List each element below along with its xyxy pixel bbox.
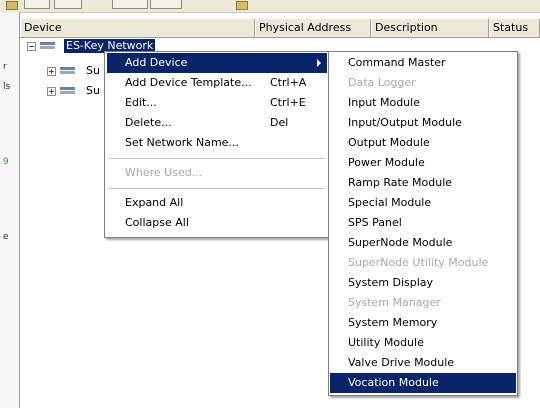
menu-item-set-network-name[interactable]: Set Network Name...	[107, 133, 327, 153]
menu-separator	[109, 188, 325, 189]
submenu-item-input-output-module[interactable]: Input/Output Module	[330, 113, 516, 133]
submenu-item-input-module[interactable]: Input Module	[330, 93, 516, 113]
menu-item-label: Set Network Name...	[125, 136, 239, 149]
left-pane-text: r	[3, 62, 7, 72]
toolbar-button[interactable]	[24, 0, 50, 9]
toolbar-button[interactable]	[112, 0, 148, 9]
add-device-submenu: Command Master Data Logger Input Module …	[328, 51, 518, 396]
submenu-item-label: SPS Panel	[348, 216, 402, 229]
collapse-icon[interactable]: −	[27, 42, 36, 51]
submenu-item-label: Data Logger	[348, 76, 416, 89]
submenu-item-ramp-rate-module[interactable]: Ramp Rate Module	[330, 173, 516, 193]
left-pane-text: e	[3, 232, 9, 242]
menu-item-where-used[interactable]: Where Used...	[107, 163, 327, 183]
tree-node[interactable]: Su	[84, 84, 102, 98]
submenu-item-command-master[interactable]: Command Master	[330, 53, 516, 73]
submenu-item-system-display[interactable]: System Display	[330, 273, 516, 293]
tree-node[interactable]: Su	[84, 64, 102, 78]
menu-item-label: Add Device	[125, 56, 188, 69]
expand-icon[interactable]: +	[47, 67, 56, 76]
device-icon	[60, 67, 75, 75]
submenu-item-output-module[interactable]: Output Module	[330, 133, 516, 153]
submenu-item-label: Special Module	[348, 196, 432, 209]
expand-icon[interactable]: +	[47, 87, 56, 96]
menu-item-label: Delete...	[125, 116, 172, 129]
submenu-item-system-memory[interactable]: System Memory	[330, 313, 516, 333]
submenu-item-supernode-module[interactable]: SuperNode Module	[330, 233, 516, 253]
column-header-device[interactable]: Device	[20, 19, 255, 37]
submenu-item-label: Valve Drive Module	[348, 356, 455, 369]
submenu-item-sps-panel[interactable]: SPS Panel	[330, 213, 516, 233]
menu-item-expand-all[interactable]: Expand All	[107, 193, 327, 213]
submenu-item-label: Utility Module	[348, 336, 424, 349]
tool-icon[interactable]	[236, 1, 248, 10]
menu-item-add-device-template[interactable]: Add Device Template... Ctrl+A	[107, 73, 327, 93]
left-pane-text: ls	[3, 82, 11, 92]
submenu-item-special-module[interactable]: Special Module	[330, 193, 516, 213]
submenu-item-data-logger[interactable]: Data Logger	[330, 73, 516, 93]
menu-item-shortcut: Del	[270, 116, 289, 129]
toolbar-button[interactable]	[150, 0, 182, 9]
menu-item-add-device[interactable]: Add Device	[107, 53, 327, 73]
submenu-item-valve-drive-module[interactable]: Valve Drive Module	[330, 353, 516, 373]
toolbar	[0, 0, 540, 13]
submenu-item-label: SuperNode Utility Module	[348, 256, 489, 269]
column-header-physical-address[interactable]: Physical Address	[255, 19, 371, 37]
menu-separator	[109, 158, 325, 159]
menu-item-label: Expand All	[125, 196, 184, 209]
menu-item-shortcut: Ctrl+E	[270, 96, 306, 109]
submenu-item-label: SuperNode Module	[348, 236, 453, 249]
menu-item-label: Where Used...	[125, 166, 203, 179]
submenu-item-label: System Manager	[348, 296, 441, 309]
submenu-item-vocation-module[interactable]: Vocation Module	[330, 373, 516, 393]
submenu-item-system-manager[interactable]: System Manager	[330, 293, 516, 313]
folder-icon[interactable]	[6, 1, 18, 10]
toolbar-button[interactable]	[54, 0, 82, 9]
submenu-item-label: Output Module	[348, 136, 430, 149]
device-icon	[60, 87, 75, 95]
column-header-description[interactable]: Description	[371, 19, 489, 37]
left-pane-text: 9	[3, 157, 9, 167]
submenu-item-label: Input/Output Module	[348, 116, 462, 129]
menu-item-label: Add Device Template...	[125, 76, 252, 89]
submenu-item-label: System Display	[348, 276, 434, 289]
context-menu: Add Device Add Device Template... Ctrl+A…	[104, 51, 330, 238]
submenu-arrow-icon	[317, 59, 321, 67]
column-header-status[interactable]: Status	[489, 19, 540, 37]
menu-item-edit[interactable]: Edit... Ctrl+E	[107, 93, 327, 113]
menu-item-delete[interactable]: Delete... Del	[107, 113, 327, 133]
submenu-item-supernode-utility-module[interactable]: SuperNode Utility Module	[330, 253, 516, 273]
submenu-item-label: Power Module	[348, 156, 425, 169]
left-pane: r ls 9 e	[0, 12, 20, 408]
menu-item-label: Edit...	[125, 96, 157, 109]
menu-item-collapse-all[interactable]: Collapse All	[107, 213, 327, 233]
menu-item-label: Collapse All	[125, 216, 189, 229]
submenu-item-utility-module[interactable]: Utility Module	[330, 333, 516, 353]
submenu-item-power-module[interactable]: Power Module	[330, 153, 516, 173]
menu-item-shortcut: Ctrl+A	[270, 76, 307, 89]
list-header: Device Physical Address Description Stat…	[20, 19, 540, 38]
submenu-item-label: Vocation Module	[348, 376, 439, 389]
submenu-item-label: Command Master	[348, 56, 446, 69]
submenu-item-label: Input Module	[348, 96, 420, 109]
network-icon	[40, 42, 55, 50]
submenu-item-label: System Memory	[348, 316, 438, 329]
submenu-item-label: Ramp Rate Module	[348, 176, 453, 189]
